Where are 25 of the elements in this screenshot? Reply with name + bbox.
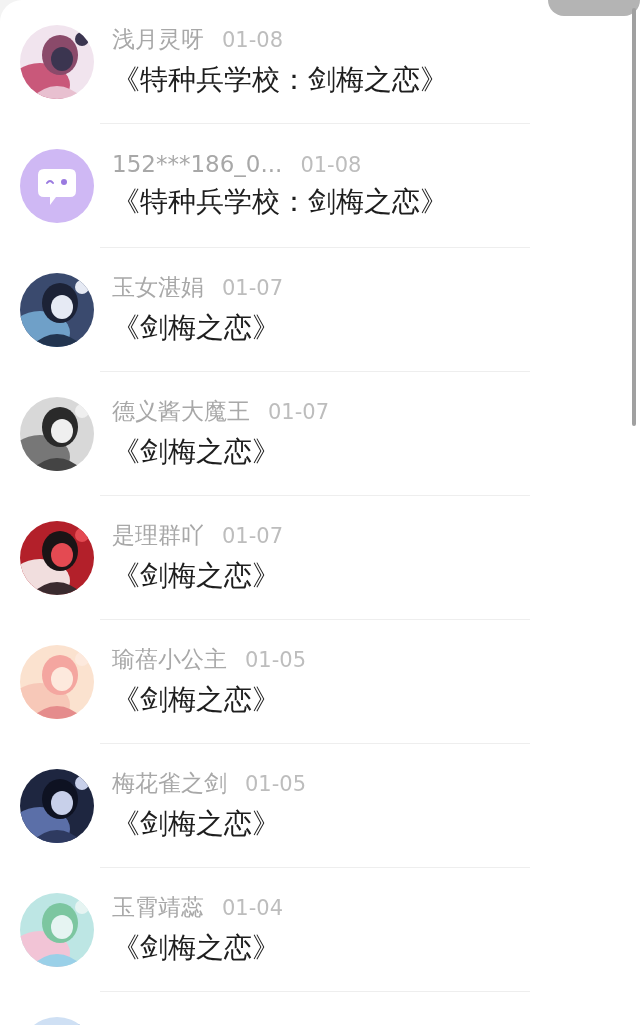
book-title: 《剑梅之恋》 — [112, 558, 281, 594]
date: 01-04 — [222, 896, 284, 920]
user-name: 玉女湛娟 — [112, 273, 204, 302]
date: 01-07 — [222, 524, 284, 548]
date: 01-05 — [245, 648, 307, 672]
book-title: 《特种兵学校：剑梅之恋》 — [112, 183, 448, 220]
user-name: 瑜蓓小公主 — [112, 645, 227, 674]
user-name: 德义酱大魔王 — [112, 397, 250, 426]
user-name: 152***186_0... — [112, 150, 283, 177]
date: 01-07 — [268, 400, 330, 424]
user-name: 玉霄靖蕊 — [112, 893, 204, 922]
book-title: 《剑梅之恋》 — [112, 806, 281, 842]
book-title: 《剑梅之恋》 — [112, 930, 281, 966]
book-title: 《特种兵学校：剑梅之恋》 — [112, 62, 448, 98]
date: 01-08 — [222, 28, 284, 52]
book-title: 《剑梅之恋》 — [112, 434, 281, 470]
book-title: 《剑梅之恋》 — [112, 310, 281, 346]
user-name: 浅月灵呀 — [112, 25, 204, 54]
user-name: 是理群吖 — [112, 521, 204, 550]
user-name: 梅花雀之剑 — [112, 769, 227, 798]
book-title: 《剑梅之恋》 — [112, 682, 281, 718]
chat-bubble-icon — [20, 148, 94, 223]
date: 01-08 — [300, 152, 362, 177]
date: 01-07 — [222, 276, 284, 300]
date: 01-05 — [245, 772, 307, 796]
